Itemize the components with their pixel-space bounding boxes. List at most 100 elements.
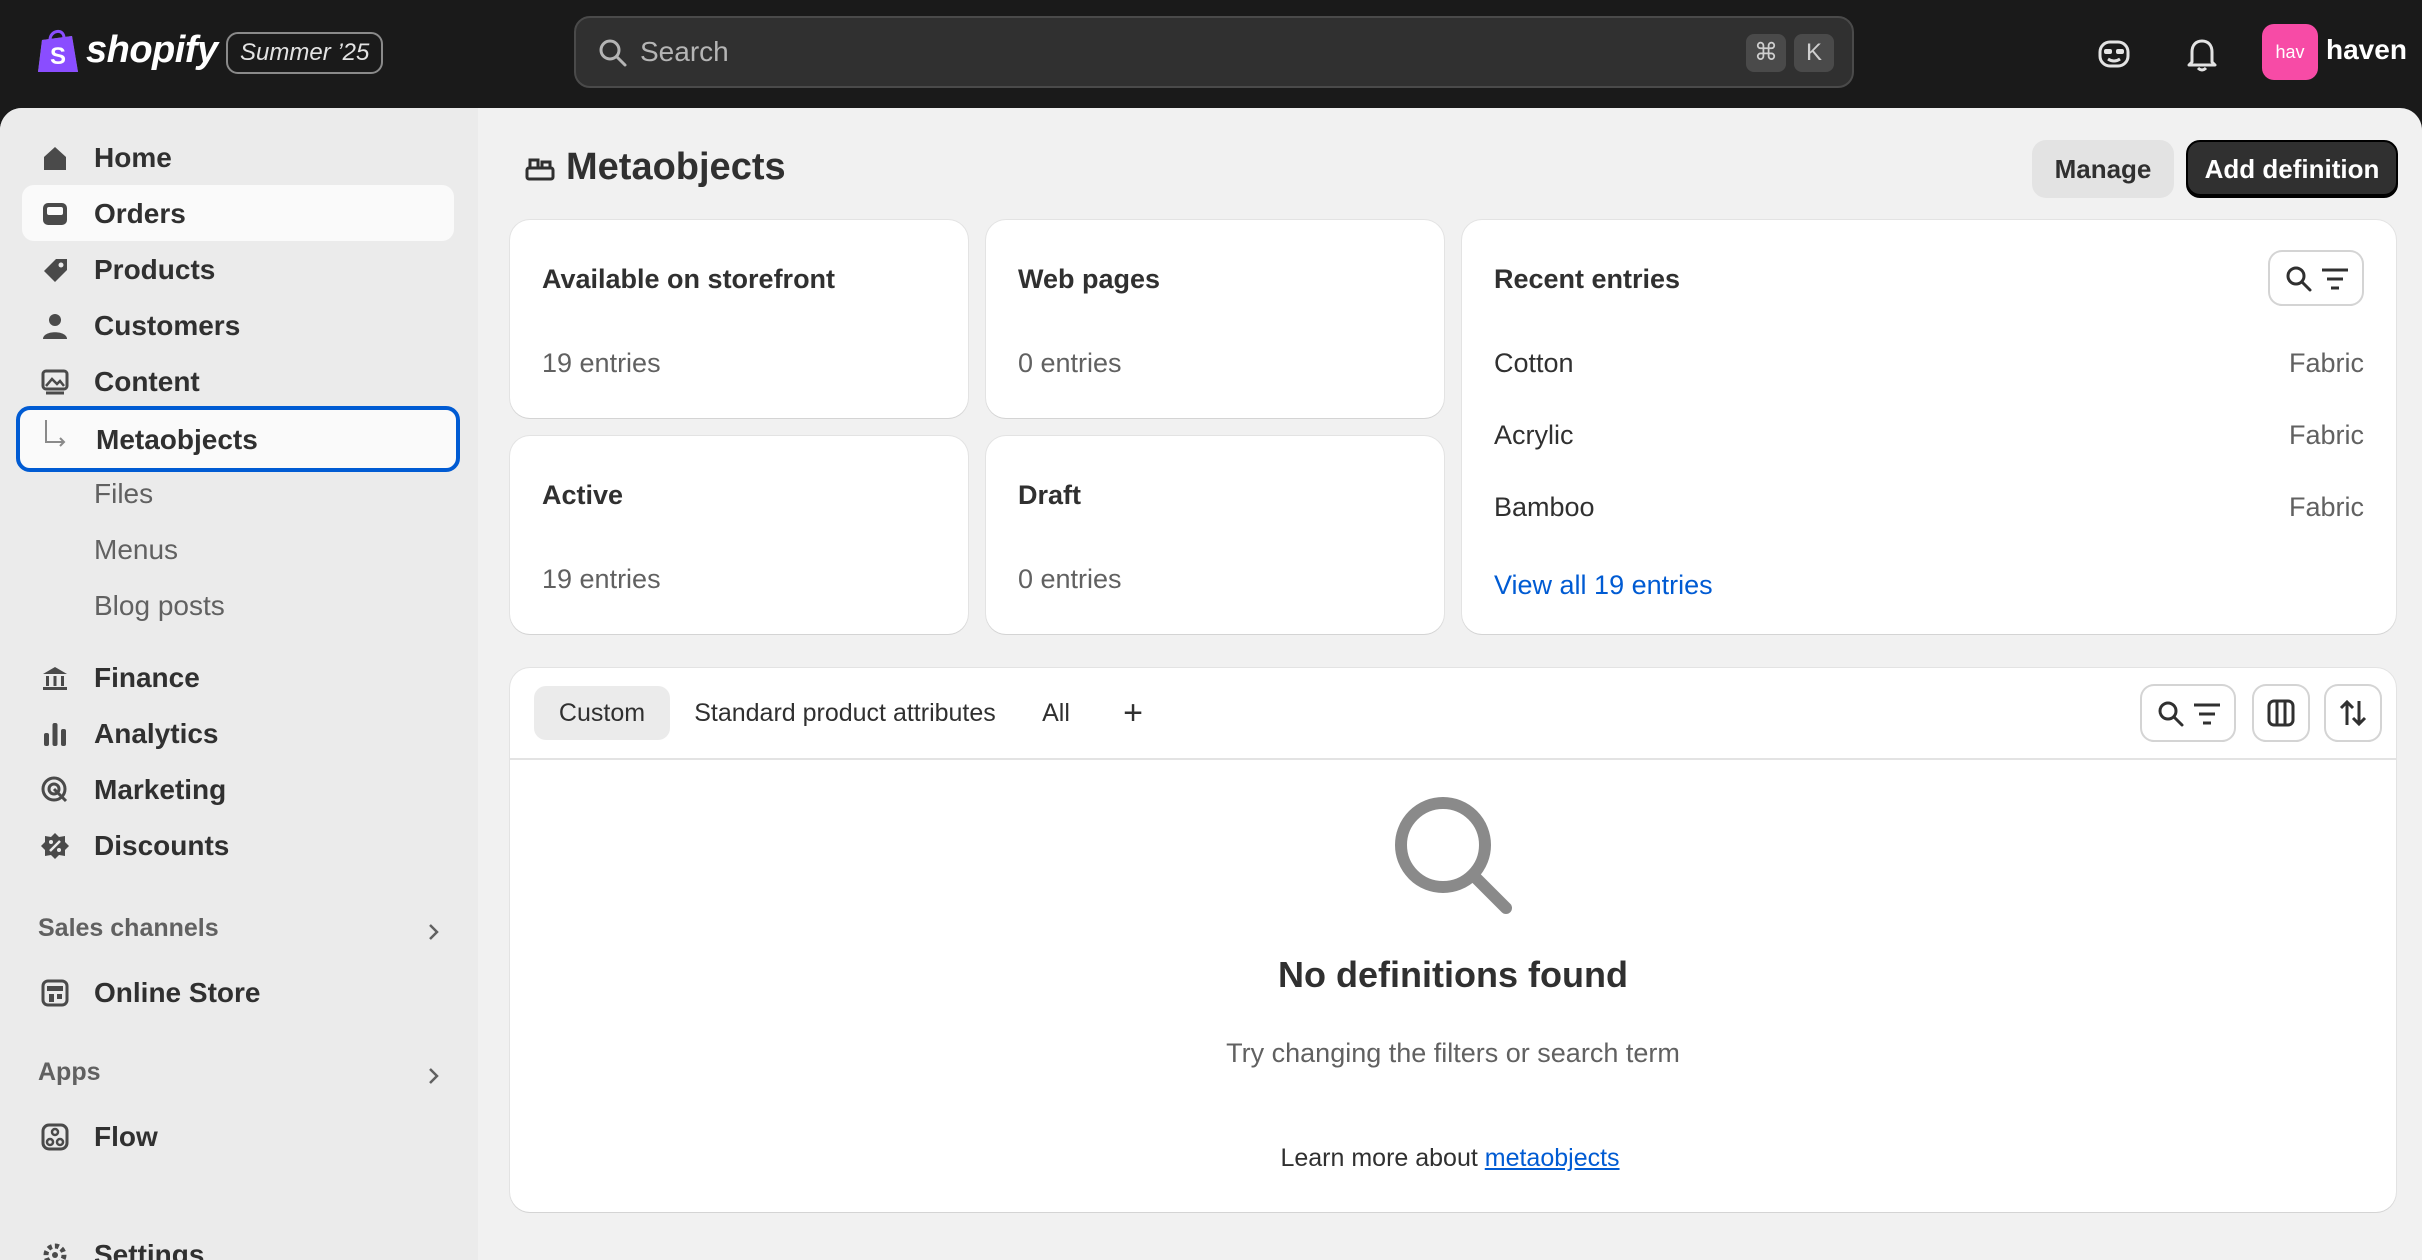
discount-icon — [41, 833, 69, 859]
add-definition-button[interactable]: Add definition — [2186, 140, 2398, 198]
bar-chart-icon — [44, 723, 66, 746]
sidebar-item-label: Settings — [94, 1239, 205, 1260]
sidebar-item-label: Online Store — [94, 977, 261, 1008]
tab-custom[interactable]: Custom — [534, 686, 670, 740]
page-title-text: Metaobjects — [566, 146, 786, 188]
sidebar-item-products[interactable]: Products — [22, 241, 454, 297]
stat-card-web-pages[interactable]: Web pages 0 entries — [986, 220, 1444, 418]
empty-state-subtitle: Try changing the filters or search term — [1226, 1038, 1680, 1068]
entry-type: Fabric — [2288, 348, 2364, 378]
shopify-bag-icon: S — [38, 30, 78, 72]
sidebar-item-label: Flow — [94, 1121, 158, 1152]
add-tab-button[interactable]: + — [1106, 686, 1160, 740]
image-icon — [41, 369, 69, 395]
sidebar-item-label: Marketing — [94, 774, 227, 805]
stat-value: 0 entries — [1018, 564, 1122, 594]
svg-text:S: S — [50, 43, 66, 70]
recent-entries-title: Recent entries — [1494, 264, 1681, 294]
definitions-card: Custom Standard product attributes All +… — [510, 668, 2396, 1212]
sort-button[interactable] — [2326, 686, 2380, 740]
sidekick-icon[interactable] — [2092, 32, 2136, 76]
stat-card-active[interactable]: Active 19 entries — [510, 436, 968, 634]
sidebar-item-online-store[interactable]: Online Store — [22, 964, 454, 1020]
sidebar-item-orders[interactable]: Orders — [22, 185, 454, 241]
stat-title: Web pages — [1018, 264, 1161, 294]
main-content: Metaobjects Manage Add definition Availa… — [478, 108, 2422, 1260]
tab-all[interactable]: All — [1020, 686, 1092, 740]
sidebar-item-menus[interactable]: Menus — [22, 521, 454, 577]
sort-arrows-icon — [2339, 699, 2367, 727]
sidebar: Home Orders Products Customers Content M… — [0, 108, 478, 1260]
empty-state-title: No definitions found — [1278, 954, 1628, 995]
sidebar-item-marketing[interactable]: Marketing — [22, 761, 454, 817]
target-icon — [41, 776, 68, 803]
shopify-logo[interactable]: S shopify — [36, 26, 218, 74]
sidebar-item-finance[interactable]: Finance — [22, 649, 454, 705]
learn-more-text: Learn more about metaobjects — [478, 1144, 2422, 1173]
bell-icon[interactable] — [2180, 32, 2224, 76]
view-all-entries-link[interactable]: View all 19 entries — [1494, 570, 2364, 601]
admin-frame: Home Orders Products Customers Content M… — [0, 108, 2422, 1260]
list-item[interactable]: Cotton Fabric — [1494, 348, 2364, 379]
sidebar-item-customers[interactable]: Customers — [22, 297, 454, 353]
metaobjects-link[interactable]: metaobjects — [1485, 1144, 1620, 1172]
sidebar-item-label: Home — [94, 142, 172, 173]
person-icon — [43, 314, 67, 339]
avatar[interactable]: hav — [2262, 24, 2318, 80]
search-illustration-icon — [1395, 797, 1512, 914]
brand-name: shopify — [86, 28, 218, 71]
search-icon — [2158, 701, 2184, 727]
stat-value: 0 entries — [1018, 348, 1122, 378]
sidebar-item-discounts[interactable]: Discounts — [22, 817, 454, 873]
sidebar-item-settings[interactable]: Settings — [22, 1226, 454, 1260]
sidebar-item-label: Menus — [94, 534, 179, 565]
tag-icon — [44, 259, 67, 282]
sidebar-item-label: Files — [94, 478, 154, 509]
sidebar-item-label: Metaobjects — [96, 424, 258, 455]
list-item[interactable]: Acrylic Fabric — [1494, 420, 2364, 451]
apps-heading[interactable]: Apps — [38, 1058, 101, 1087]
entry-name: Acrylic — [1494, 420, 1574, 450]
search-placeholder: Search — [640, 36, 729, 67]
sidebar-item-flow[interactable]: Flow — [22, 1108, 454, 1164]
top-bar: S shopify Summer ’25 Search ⌘ K hav have… — [0, 0, 2422, 108]
page-title: Metaobjects — [524, 146, 786, 189]
sidebar-item-label: Analytics — [94, 718, 219, 749]
search-filter-button[interactable] — [2142, 686, 2234, 740]
flow-icon — [41, 1123, 69, 1151]
stat-card-draft[interactable]: Draft 0 entries — [986, 436, 1444, 634]
entry-type: Fabric — [2288, 420, 2364, 450]
entry-name: Bamboo — [1494, 492, 1595, 522]
tab-standard-product-attributes[interactable]: Standard product attributes — [682, 686, 1008, 740]
edition-badge[interactable]: Summer ’25 — [226, 32, 384, 74]
user-name[interactable]: haven — [2326, 34, 2407, 66]
store-icon — [41, 979, 69, 1007]
bank-icon — [43, 667, 67, 690]
learn-more-prefix: Learn more about — [1280, 1144, 1485, 1172]
sidebar-item-blog-posts[interactable]: Blog posts — [22, 577, 454, 633]
sidebar-item-metaobjects[interactable]: Metaobjects — [16, 406, 460, 472]
inbox-icon — [43, 203, 67, 225]
stat-title: Available on storefront — [542, 264, 836, 294]
search-input[interactable]: Search ⌘ K — [574, 16, 1854, 88]
stat-value: 19 entries — [542, 564, 661, 594]
sidebar-item-analytics[interactable]: Analytics — [22, 705, 454, 761]
sidebar-item-content[interactable]: Content — [22, 353, 454, 409]
manage-button[interactable]: Manage — [2032, 140, 2174, 198]
sales-channels-heading[interactable]: Sales channels — [38, 914, 219, 943]
columns-icon — [2267, 699, 2295, 727]
sidebar-item-files[interactable]: Files — [22, 465, 454, 521]
chevron-right-icon[interactable] — [424, 1066, 444, 1086]
columns-button[interactable] — [2254, 686, 2308, 740]
list-item[interactable]: Bamboo Fabric — [1494, 492, 2364, 523]
stat-card-storefront[interactable]: Available on storefront 19 entries — [510, 220, 968, 418]
chevron-right-icon[interactable] — [424, 922, 444, 942]
command-key: ⌘ — [1746, 34, 1786, 72]
sidebar-item-label: Customers — [94, 310, 241, 341]
sidebar-item-home[interactable]: Home — [22, 129, 454, 185]
search-filter-button[interactable] — [2270, 252, 2362, 304]
sub-arrow-icon — [45, 420, 66, 447]
search-icon — [2286, 266, 2312, 292]
stat-title: Draft — [1018, 480, 1082, 510]
recent-entries-card: Recent entries Cotton Fabric Acrylic Fab… — [1462, 220, 2396, 634]
